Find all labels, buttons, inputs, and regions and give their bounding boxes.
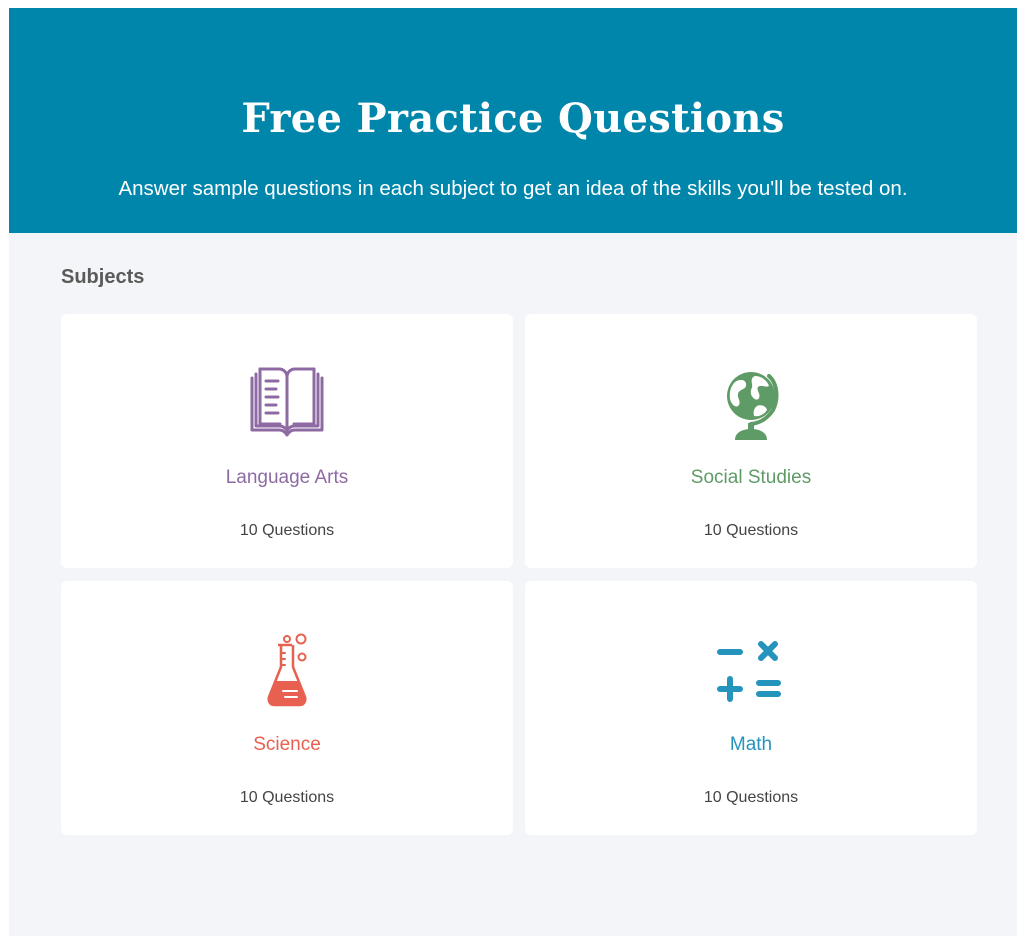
question-count: 10 Questions (239, 522, 335, 539)
question-count: 10 Questions (239, 789, 335, 806)
subject-name: Science (253, 734, 321, 755)
subjects-section: Subjects Language Arts 10 Questions Soci… (9, 233, 1017, 936)
question-count: 10 Questions (703, 522, 799, 539)
subject-card-language-arts[interactable]: Language Arts 10 Questions (61, 314, 513, 568)
page-title: Free Practice Questions (241, 95, 785, 142)
subject-name: Math (729, 734, 773, 755)
subject-card-science[interactable]: Science 10 Questions (61, 581, 513, 835)
subject-card-math[interactable]: Math 10 Questions (525, 581, 977, 835)
page-subtitle: Answer sample questions in each subject … (118, 177, 908, 200)
subject-name: Social Studies (690, 467, 812, 488)
question-count: 10 Questions (703, 789, 799, 806)
math-symbols-icon (525, 631, 977, 711)
flask-icon (61, 631, 513, 711)
hero-banner: Free Practice Questions Answer sample qu… (9, 8, 1017, 233)
section-heading: Subjects (61, 266, 145, 288)
subject-card-social-studies[interactable]: Social Studies 10 Questions (525, 314, 977, 568)
open-book-icon (61, 364, 513, 444)
globe-icon (525, 364, 977, 444)
subject-name: Language Arts (225, 467, 349, 488)
